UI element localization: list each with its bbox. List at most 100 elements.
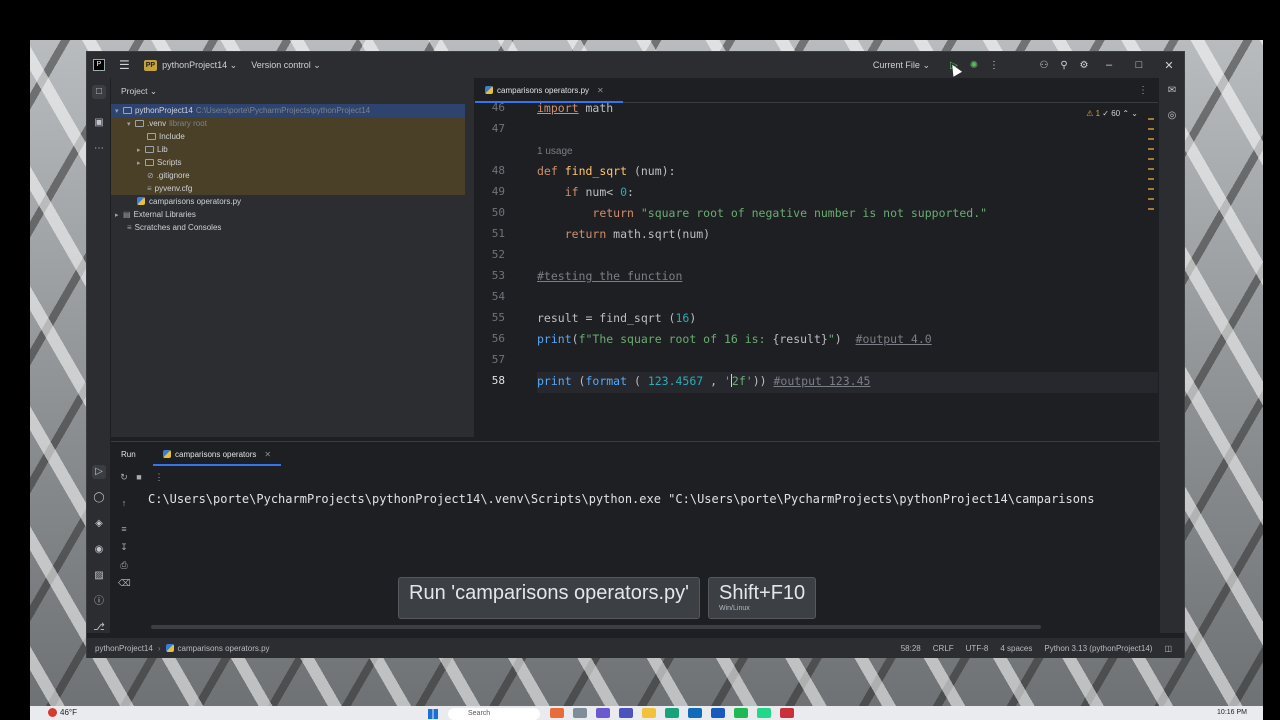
app-icon[interactable]	[780, 708, 794, 718]
main-menu-icon[interactable]: ☰	[119, 58, 130, 72]
console-horizontal-scrollbar[interactable]	[151, 625, 1041, 629]
close-tab-icon[interactable]: ✕	[597, 86, 604, 95]
git-icon[interactable]: ⎇	[92, 621, 106, 635]
shortcut-platform: Win/Linux	[719, 605, 750, 612]
app-icon[interactable]	[550, 708, 564, 718]
settings-button[interactable]: ⚙	[1074, 60, 1094, 71]
folder-app-icon[interactable]	[642, 708, 656, 718]
tree-item-project-root[interactable]: ▾ pythonProject14 C:\Users\porte\PycharmPr…	[111, 104, 465, 117]
kebab-icon[interactable]: ⋮	[153, 472, 165, 484]
lock-icon[interactable]: ◫	[1164, 644, 1172, 653]
app-icon[interactable]	[596, 708, 610, 718]
line-separator[interactable]: CRLF	[933, 644, 954, 653]
word-icon[interactable]	[711, 708, 725, 718]
code-text: result = find_sqrt (	[537, 311, 676, 325]
version-control-menu[interactable]: Version control ⌄	[251, 60, 321, 71]
stop-icon[interactable]: ■	[133, 472, 145, 484]
scroll-up-icon[interactable]: ↑	[118, 498, 130, 510]
run-configuration-selector[interactable]: Current File ⌄	[873, 60, 930, 71]
tree-item-python-file[interactable]: camparisons operators.py	[111, 195, 241, 208]
print-icon[interactable]: ⎙	[118, 560, 130, 572]
services-icon[interactable]: ◉	[92, 543, 106, 557]
tree-item-label: Scratches and Consoles	[134, 223, 222, 232]
structure-icon[interactable]: ▣	[92, 116, 106, 130]
tree-item-label: pythonProject14	[135, 106, 193, 115]
tree-item-label: .venv	[147, 119, 167, 128]
kebab-icon[interactable]: ⋮	[1138, 85, 1148, 96]
console-output[interactable]: C:\Users\porte\PycharmProjects\pythonPro…	[148, 492, 1094, 506]
outlook-icon[interactable]	[688, 708, 702, 718]
number-literal: 16	[675, 311, 690, 325]
python-file-icon	[165, 644, 174, 652]
minimize-button[interactable]: –	[1094, 59, 1124, 71]
app-icon[interactable]	[573, 708, 587, 718]
terminal-icon[interactable]: ▨	[92, 569, 106, 583]
code-text: ))	[752, 374, 774, 388]
more-actions-button[interactable]: ⋮	[984, 60, 1004, 71]
taskbar-clock[interactable]: 10:16 PM	[1217, 709, 1247, 716]
line-number: 53	[491, 269, 505, 282]
folder-icon	[147, 133, 156, 140]
caret-position[interactable]: 58:28	[901, 644, 921, 653]
close-tab-icon[interactable]: ✕	[264, 450, 271, 459]
pycharm-taskbar-icon[interactable]	[757, 708, 771, 718]
app-icon[interactable]	[619, 708, 633, 718]
python-interpreter[interactable]: Python 3.13 (pythonProject14)	[1044, 644, 1152, 653]
layers-icon[interactable]: ◈	[92, 517, 106, 531]
line-number: 47	[491, 122, 505, 135]
soft-wrap-icon[interactable]: ≡	[118, 524, 130, 536]
spotify-icon[interactable]	[734, 708, 748, 718]
close-button[interactable]: ✕	[1154, 59, 1184, 72]
run-tool-icon[interactable]: ▷	[92, 465, 106, 479]
comment: #output 123.45	[773, 374, 871, 388]
maximize-button[interactable]: □	[1124, 59, 1154, 71]
code-area[interactable]: import math 1 usage def find_sqrt (num):…	[537, 101, 1160, 437]
usage-hint[interactable]: 1 usage	[537, 146, 573, 157]
breadcrumb-project[interactable]: pythonProject14	[95, 644, 153, 653]
tree-item-include[interactable]: Include	[111, 130, 465, 143]
tree-item-venv[interactable]: ▾ .venv library root	[111, 117, 465, 130]
tree-item-lib[interactable]: ▸ Lib	[111, 143, 465, 156]
notifications-icon[interactable]: ✉	[1165, 85, 1179, 99]
ai-assistant-icon[interactable]: ◎	[1165, 110, 1179, 124]
python-file-icon	[485, 86, 493, 94]
rerun-icon[interactable]: ↻	[118, 472, 130, 484]
problems-icon[interactable]: ⓘ	[92, 595, 106, 609]
weather-widget[interactable]: 46°F	[48, 708, 77, 717]
weather-temp: 46°F	[60, 708, 77, 717]
breadcrumb-file[interactable]: camparisons operators.py	[178, 644, 270, 653]
collaborate-button[interactable]: ⚇	[1034, 60, 1054, 71]
left-tool-strip: □ ▣ ⋯ ▷ ◯ ◈ ◉ ▨ ⓘ ⎇	[87, 78, 111, 633]
run-tooltip: Run 'camparisons operators.py' Shift+F10…	[398, 577, 817, 619]
editor-tabs: camparisons operators.py ✕ ⋮	[475, 78, 1160, 103]
project-panel-header[interactable]: Project ⌄	[111, 78, 474, 103]
run-panel-tabs: Run camparisons operators ✕	[111, 442, 1160, 466]
tree-item-pyvenv-cfg[interactable]: ≡ pyvenv.cfg	[111, 182, 465, 195]
line-number: 50	[491, 206, 505, 219]
edge-icon[interactable]	[665, 708, 679, 718]
taskbar-apps	[550, 708, 794, 718]
code-text: num<	[578, 185, 621, 199]
python-packages-icon[interactable]: ◯	[92, 491, 106, 505]
indent-setting[interactable]: 4 spaces	[1000, 644, 1032, 653]
tree-item-gitignore[interactable]: ⊘ .gitignore	[111, 169, 465, 182]
tree-item-scripts[interactable]: ▸ Scripts	[111, 156, 465, 169]
run-tab-camparisons-operators[interactable]: camparisons operators ✕	[153, 442, 282, 466]
more-tools-icon[interactable]: ⋯	[92, 142, 106, 156]
trash-icon[interactable]: ⌫	[118, 578, 131, 590]
file-encoding[interactable]: UTF-8	[966, 644, 989, 653]
editor-scroll-markers[interactable]	[1148, 118, 1154, 398]
tree-item-scratches[interactable]: ≡ Scratches and Consoles	[111, 221, 221, 234]
tab-camparisons-operators[interactable]: camparisons operators.py ✕	[475, 78, 623, 103]
scroll-to-end-icon[interactable]: ↧	[118, 542, 130, 554]
taskbar-search[interactable]: Search	[448, 708, 540, 720]
project-tool-folder-icon[interactable]: □	[92, 85, 106, 99]
project-switcher[interactable]: pythonProject14 ⌄	[162, 60, 237, 71]
code-line-50: return "square root of negative number i…	[537, 206, 987, 220]
windows-start-icon[interactable]	[428, 709, 438, 719]
search-everywhere-button[interactable]: ⚲	[1054, 60, 1074, 71]
line-number: 56	[491, 332, 505, 345]
debug-button[interactable]: ✺	[964, 60, 984, 71]
tree-item-external-libraries[interactable]: ▸ ▤ External Libraries	[111, 208, 196, 221]
title-bar: P ☰ PP pythonProject14 ⌄ Version control…	[87, 52, 1184, 78]
